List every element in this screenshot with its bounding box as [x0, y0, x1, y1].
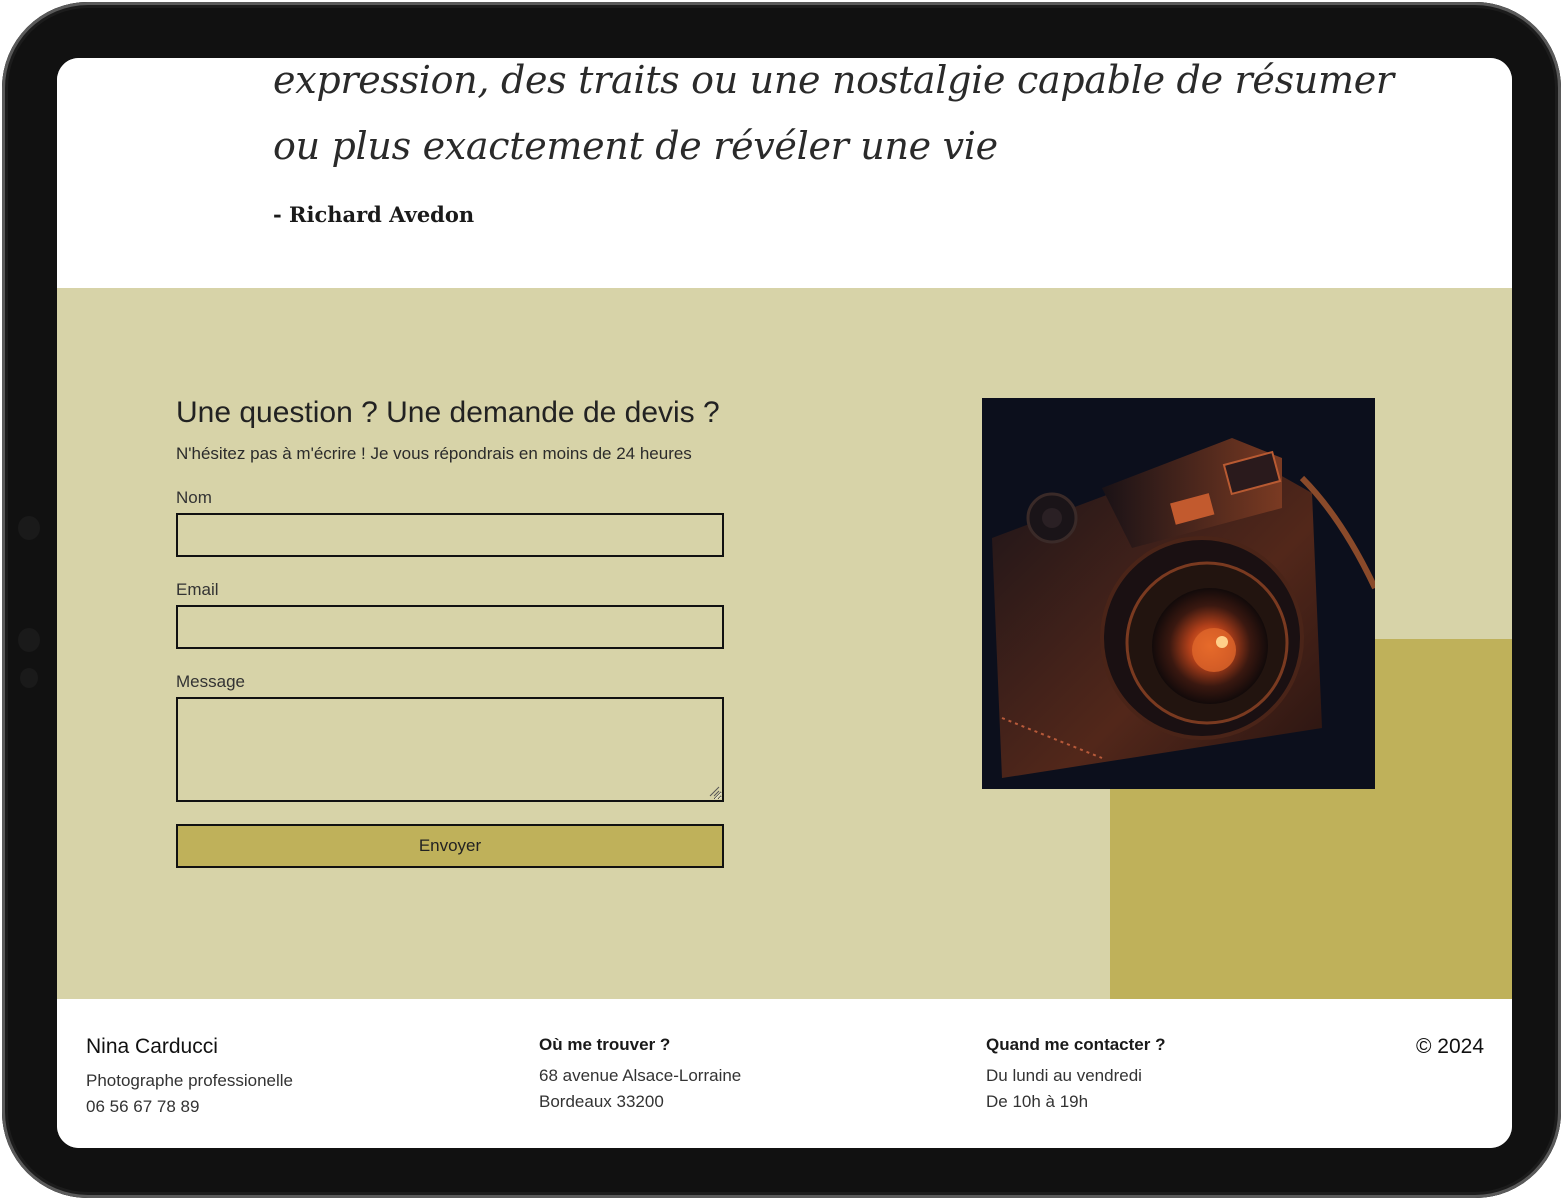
footer-address-line-2: Bordeaux 33200: [539, 1092, 664, 1111]
submit-button[interactable]: Envoyer: [176, 824, 724, 868]
quote-section: expression, des traits ou une nostalgie …: [57, 58, 1512, 288]
footer-location-heading: Où me trouver ?: [539, 1035, 671, 1054]
side-button: [18, 516, 40, 540]
tablet-frame: expression, des traits ou une nostalgie …: [2, 2, 1561, 1198]
quote-author: - Richard Avedon: [273, 202, 475, 227]
footer: Nina Carducci Photographe professionelle…: [57, 999, 1512, 1148]
footer-copyright: © 2024: [1415, 1035, 1484, 1058]
quote-line-2: ou plus exactement de révéler une vie: [273, 124, 998, 168]
message-label: Message: [176, 672, 245, 691]
email-field[interactable]: [176, 605, 724, 649]
contact-title: Une question ? Une demande de devis ?: [176, 396, 720, 429]
footer-hours-heading: Quand me contacter ?: [986, 1035, 1166, 1054]
message-field[interactable]: [176, 697, 724, 802]
footer-phone: 06 56 67 78 89: [86, 1097, 200, 1116]
side-button: [18, 628, 40, 652]
side-button: [20, 668, 38, 688]
name-field[interactable]: [176, 513, 724, 557]
footer-hours-line-1: Du lundi au vendredi: [986, 1066, 1142, 1085]
footer-role: Photographe professionelle: [86, 1071, 293, 1090]
footer-name: Nina Carducci: [86, 1035, 218, 1058]
contact-section: Une question ? Une demande de devis ? N'…: [57, 288, 1512, 999]
footer-hours-line-2: De 10h à 19h: [986, 1092, 1089, 1111]
email-label: Email: [176, 580, 219, 599]
name-label: Nom: [176, 488, 212, 507]
quote-line-1: expression, des traits ou une nostalgie …: [273, 58, 1394, 102]
browser-viewport: expression, des traits ou une nostalgie …: [57, 58, 1512, 1148]
contact-subtitle: N'hésitez pas à m'écrire ! Je vous répon…: [176, 444, 692, 463]
resize-grip-icon[interactable]: [708, 785, 720, 797]
camera-photo: [982, 398, 1375, 789]
footer-address-line-1: 68 avenue Alsace-Lorraine: [539, 1066, 742, 1085]
